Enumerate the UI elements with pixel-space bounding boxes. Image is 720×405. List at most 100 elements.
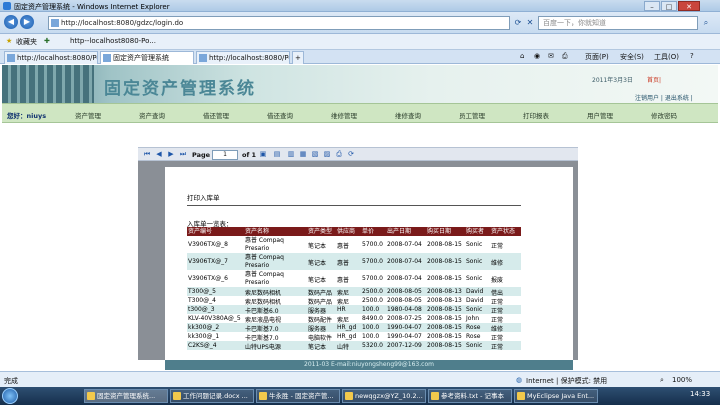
app-icon (431, 392, 439, 400)
tab-2[interactable]: 固定资产管理系统 (100, 51, 194, 64)
menu-asset-query[interactable]: 资产查询 (139, 110, 165, 120)
first-page-icon[interactable]: ⏮ (142, 150, 152, 159)
cell-buyer: Sonic (466, 258, 483, 265)
stop-icon[interactable]: ✕ (524, 17, 536, 29)
cell-price: 100.0 (362, 333, 380, 340)
menu-repair-management[interactable]: 维修管理 (331, 110, 357, 120)
url-input[interactable]: http://localhost:8080/gdzc/login.do (48, 16, 510, 30)
tab-label: http://localhost:8080/Po... (17, 54, 97, 62)
cell-status: 维修 (491, 260, 504, 267)
taskbar-item-ie[interactable]: 固定资产管理系统... (84, 389, 168, 403)
back-button[interactable]: ◀ (4, 15, 18, 29)
tab-label: 固定资产管理系统 (113, 54, 169, 62)
cell-produce-date: 1980-04-08 (387, 306, 422, 313)
save-icon[interactable]: ▣ (258, 150, 268, 159)
zone-text[interactable]: Internet | 保护模式: 禁用 (526, 376, 607, 386)
cell-buyer: Sonic (466, 275, 483, 282)
help-menu[interactable]: ? (690, 52, 694, 60)
page-icon (103, 54, 111, 62)
system-title: 固定资产管理系统 (104, 79, 256, 99)
menu-borrow-management[interactable]: 借还管理 (203, 110, 229, 120)
taskbar-item-folder[interactable]: 牛永胜 - 固定资产管... (256, 389, 340, 403)
cell-supplier: HR_gd (337, 333, 357, 340)
mail-icon[interactable]: ✉ (548, 52, 554, 60)
taskbar-item-notepad[interactable]: 参考资料.txt - 记事本 (428, 389, 512, 403)
export-rtf-icon[interactable]: ▥ (286, 150, 296, 159)
export-doc-icon[interactable]: ▧ (310, 150, 320, 159)
print-icon[interactable]: ⎙ (562, 52, 568, 61)
print-report-icon[interactable]: ⎙ (334, 150, 344, 159)
status-bar: 完成 ◍ Internet | 保护模式: 禁用 ⌕ 100% (0, 371, 720, 387)
table-row: V3906TX@_8 惠普 Compaq Presario 笔记本 惠普 5700.0 2… (187, 236, 521, 253)
safety-menu[interactable]: 安全(S) (620, 52, 644, 62)
home-icon[interactable]: ⌂ (520, 52, 524, 60)
status-text: 完成 (4, 377, 18, 385)
favorite-link[interactable]: http--localhost8080-Po... (70, 37, 156, 45)
taskbar-label: 牛永胜 - 固定资产管... (269, 392, 334, 400)
cell-asset-id: kk300@_2 (188, 324, 220, 331)
menu-repair-query[interactable]: 维修查询 (395, 110, 421, 120)
maximize-button[interactable]: □ (661, 1, 677, 11)
cell-asset-id: V3906TX@_6 (188, 275, 228, 282)
cell-supplier: HR (337, 306, 346, 313)
minimize-button[interactable]: – (644, 1, 660, 11)
menu-borrow-query[interactable]: 借还查询 (267, 110, 293, 120)
col-asset-id: 资产编号 (188, 228, 213, 235)
cell-price: 2500.0 (362, 288, 383, 295)
menu-staff-management[interactable]: 员工管理 (459, 110, 485, 120)
cell-price: 100.0 (362, 324, 380, 331)
last-page-icon[interactable]: ⏭ (178, 150, 188, 159)
prev-page-icon[interactable]: ◀ (154, 150, 164, 159)
next-page-icon[interactable]: ▶ (166, 150, 176, 159)
cell-price: 5700.0 (362, 275, 383, 282)
zoom-level[interactable]: 100% (672, 376, 692, 384)
cell-asset-id: t300@_3 (188, 306, 215, 313)
favorites-button[interactable]: 收藏夹 (16, 37, 37, 47)
home-link[interactable]: 首页| (647, 75, 661, 84)
menu-user-management[interactable]: 用户管理 (587, 110, 613, 120)
taskbar-label: 参考资料.txt - 记事本 (441, 392, 504, 400)
taskbar-item-eclipse[interactable]: MyEclipse Java Ent... (514, 389, 598, 403)
cell-asset-id: T300@_4 (188, 297, 216, 304)
taskbar-item-terminal[interactable]: newqgzx@YZ_10.2... (342, 389, 426, 403)
feeds-icon[interactable]: ◉ (534, 52, 540, 60)
taskbar: 固定资产管理系统... 工作问题记录.docx ... 牛永胜 - 固定资产管.… (0, 387, 720, 405)
favorites-bar: ★ 收藏夹 ✚ http--localhost8080-Po... (0, 34, 720, 50)
col-supplier: 供应商 (337, 228, 356, 235)
refresh-report-icon[interactable]: ⟳ (346, 150, 356, 159)
menu-print-report[interactable]: 打印报表 (523, 110, 549, 120)
star-icon[interactable]: ★ (6, 37, 12, 45)
table-row: kk300@_2 卡巴斯基7.0 服务器 HR_gd 100.0 1990-04-07 20… (187, 323, 521, 333)
add-favorite-icon[interactable]: ✚ (44, 37, 50, 45)
export-xls-icon[interactable]: ▦ (298, 150, 308, 159)
menu-asset-management[interactable]: 资产管理 (75, 110, 101, 120)
cell-price: 5320.0 (362, 342, 383, 349)
export-html-icon[interactable]: ▨ (322, 150, 332, 159)
report-title: 打印入库单 (187, 194, 220, 202)
search-input[interactable]: 百度一下，你就知道 (538, 16, 698, 30)
page-menu[interactable]: 页面(P) (585, 52, 609, 62)
menu-change-password[interactable]: 修改密码 (651, 110, 677, 120)
taskbar-item-word[interactable]: 工作问题记录.docx ... (170, 389, 254, 403)
forward-button[interactable]: ▶ (20, 15, 34, 29)
search-icon[interactable]: ⌕ (700, 17, 712, 29)
new-tab-button[interactable]: + (292, 51, 304, 64)
refresh-icon[interactable]: ⟳ (512, 17, 524, 29)
tab-3[interactable]: http://localhost:8080/Po... (196, 51, 290, 64)
report-footer: 2011-03 E-mail:niuyongsheng99@163.com (165, 360, 573, 370)
cell-asset-name: 山特UPS电源 (245, 344, 281, 351)
tools-menu[interactable]: 工具(O) (654, 52, 679, 62)
export-pdf-icon[interactable]: ▤ (272, 150, 282, 159)
tab-1[interactable]: http://localhost:8080/Po... (4, 51, 98, 64)
page-number-input[interactable]: 1 (212, 150, 238, 160)
close-button[interactable]: ✕ (678, 1, 700, 11)
app-banner: 固定资产管理系统 2011年3月3日 首页| 注销用户 | 退出系统 | (2, 65, 718, 103)
cell-asset-id: C2KS@_4 (188, 342, 217, 349)
app-icon (259, 392, 267, 400)
cell-price: 2500.0 (362, 297, 383, 304)
cell-asset-name: 惠普 Compaq Presario (245, 254, 284, 269)
logout-links[interactable]: 注销用户 | 退出系统 | (635, 93, 693, 102)
cell-buy-date: 2008-08-13 (427, 297, 462, 304)
start-button[interactable] (2, 388, 18, 404)
zoom-icon: ⌕ (660, 376, 664, 384)
